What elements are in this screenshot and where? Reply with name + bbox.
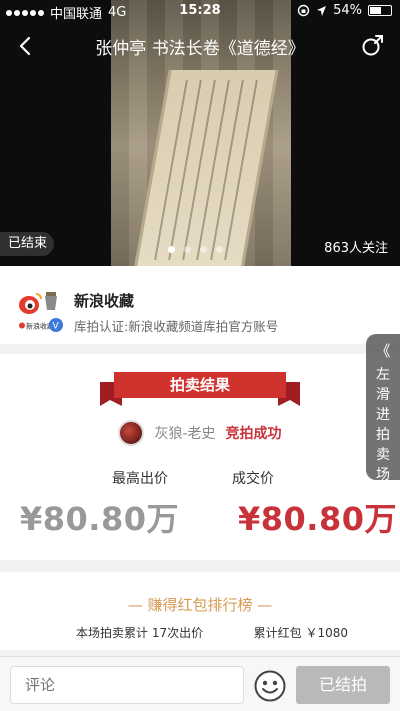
highest-bid: 最高出价 ¥80.80万 bbox=[20, 468, 179, 540]
winner-name: 灰狼-老史 bbox=[154, 426, 216, 442]
swipe-to-auction-tab[interactable]: 《 左滑进拍卖场 bbox=[366, 334, 400, 483]
pager-dot[interactable] bbox=[168, 246, 175, 253]
auction-ended-button[interactable]: 已结拍 bbox=[296, 666, 390, 704]
emoji-icon[interactable] bbox=[254, 670, 286, 702]
bid-count: 本场拍卖累计 17次出价 bbox=[76, 626, 204, 640]
seller-certification: 库拍认证:新浪收藏频道库拍官方账号 bbox=[74, 319, 279, 334]
bottom-bar: 已结拍 bbox=[0, 656, 400, 711]
red-packet-leaderboard[interactable]: — 赚得红包排行榜 — 本场拍卖累计 17次出价 累计红包 ￥1080 bbox=[0, 572, 400, 650]
auction-detail-page: 中国联通 4G 15:28 54% 张仲亭 书法长卷《道德经》 已结束 863人… bbox=[0, 0, 400, 711]
seller-name: 新浪收藏 bbox=[74, 292, 135, 310]
result-banner-label: 拍卖结果 bbox=[169, 376, 230, 394]
leaderboard-title: — 赚得红包排行榜 — bbox=[127, 596, 273, 614]
pager-dot[interactable] bbox=[200, 246, 207, 253]
rotation-lock-icon bbox=[297, 4, 310, 17]
nav-bar: 张仲亭 书法长卷《道德经》 bbox=[0, 30, 400, 62]
share-icon[interactable] bbox=[360, 32, 386, 58]
highest-bid-label: 最高出价 bbox=[112, 471, 168, 487]
avatar[interactable] bbox=[118, 420, 145, 446]
deal-price-value: ¥80.80万 bbox=[238, 500, 397, 538]
battery-icon bbox=[368, 5, 392, 16]
pager-dot[interactable] bbox=[184, 246, 191, 253]
side-tab-label: 左滑进拍卖场 bbox=[376, 367, 390, 483]
status-bar: 中国联通 4G 15:28 54% bbox=[0, 0, 400, 22]
red-packet-total: 累计红包 ￥1080 bbox=[253, 626, 348, 640]
winner-row: 灰狼-老史 竞拍成功 bbox=[0, 418, 400, 448]
winner-status: 竞拍成功 bbox=[225, 426, 282, 442]
sina-collection-logo: 新浪收藏 V bbox=[18, 292, 63, 332]
location-icon bbox=[317, 5, 327, 16]
highest-bid-value: ¥80.80万 bbox=[20, 500, 179, 538]
battery-percent: 54% bbox=[333, 3, 362, 18]
back-arrow-icon[interactable] bbox=[12, 32, 40, 60]
ended-tag: 已结束 bbox=[0, 232, 54, 256]
followers-count: 863人关注 bbox=[324, 241, 388, 256]
hero-gallery[interactable]: 中国联通 4G 15:28 54% 张仲亭 书法长卷《道德经》 已结束 863人… bbox=[0, 0, 400, 266]
double-chevron-left-icon: 《 bbox=[375, 342, 391, 360]
gallery-pager bbox=[168, 246, 223, 253]
comment-input[interactable] bbox=[10, 666, 244, 704]
verified-icon: V bbox=[53, 322, 60, 332]
page-title: 张仲亭 书法长卷《道德经》 bbox=[95, 39, 305, 59]
pager-dot[interactable] bbox=[216, 246, 223, 253]
auction-result-card: 拍卖结果 灰狼-老史 竞拍成功 最高出价 ¥80.80万 成交价 ¥80.80万 bbox=[0, 354, 400, 560]
seller-info[interactable]: 新浪收藏 V 新浪收藏 库拍认证:新浪收藏频道库拍官方账号 bbox=[0, 266, 400, 344]
